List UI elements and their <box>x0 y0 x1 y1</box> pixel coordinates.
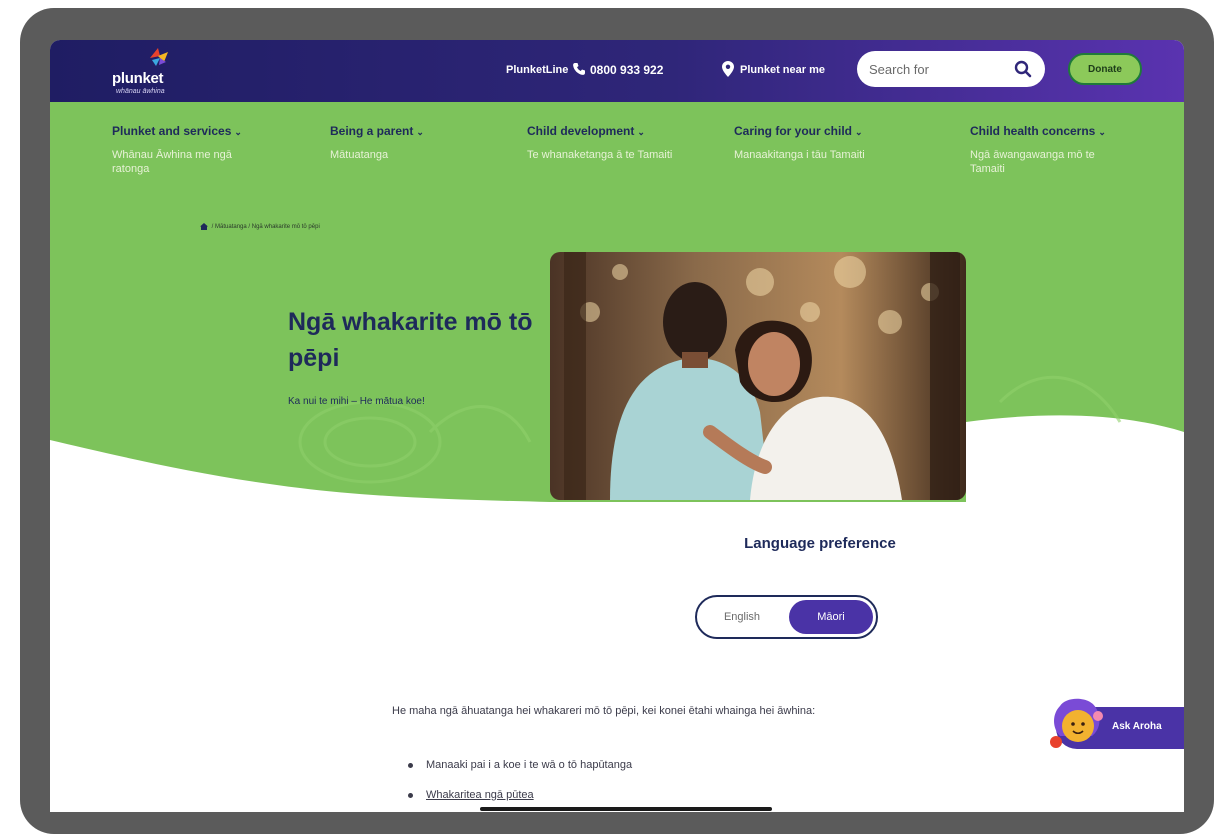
logo-text: plunket <box>112 70 164 87</box>
language-option-maori[interactable]: Māori <box>789 600 873 634</box>
plunket-logo[interactable]: plunket whānau āwhina <box>112 48 202 96</box>
tablet-frame: plunket whānau āwhina PlunketLine 0800 9… <box>20 8 1214 834</box>
list-item-link[interactable]: Whakaritea ngā pūtea <box>426 789 534 801</box>
language-option-english[interactable]: English <box>703 600 781 634</box>
language-toggle: English Māori <box>695 595 878 639</box>
home-indicator <box>480 807 772 811</box>
nav-item-subtitle: Te whanaketanga ā te Tamaiti <box>527 149 673 161</box>
chevron-down-icon: ⌄ <box>416 127 424 137</box>
chevron-down-icon: ⌄ <box>234 127 242 137</box>
phone-icon <box>573 63 585 75</box>
nav-item-title: Child development <box>527 124 635 138</box>
aroha-avatar-icon[interactable] <box>1046 696 1106 752</box>
home-icon[interactable] <box>200 223 208 230</box>
location-pin-icon <box>722 61 734 77</box>
chevron-down-icon: ⌄ <box>637 127 645 137</box>
nav-item-child-development[interactable]: Child development ⌄ Te whanaketanga ā te … <box>527 124 687 162</box>
breadcrumb-current: Ngā whakarite mō tō pēpi <box>251 224 320 231</box>
main-navigation: Plunket and services ⌄ Whānau Āwhina me n… <box>50 102 1184 192</box>
hero-photo <box>550 252 966 500</box>
logo-mark-icon <box>150 48 168 66</box>
breadcrumb: / Mātuatanga / Ngā whakarite mō tō pēpi <box>200 223 320 230</box>
logo-subtext: whānau āwhina <box>116 88 165 95</box>
language-preference-heading: Language preference <box>744 535 896 552</box>
nav-item-title: Child health concerns <box>970 124 1096 138</box>
page-title: Ngā whakarite mō tō pēpi <box>288 308 533 372</box>
nav-item-title: Being a parent <box>330 124 414 138</box>
phone-number-link[interactable]: 0800 933 922 <box>590 63 663 77</box>
intro-paragraph: He maha ngā āhuatanga hei whakareri mō t… <box>392 705 816 717</box>
nav-item-subtitle: Ngā āwangawanga mō te Tamaiti <box>970 149 1095 175</box>
top-bar: plunket whānau āwhina PlunketLine 0800 9… <box>50 40 1184 102</box>
search-icon[interactable] <box>1014 60 1032 78</box>
search-input[interactable] <box>869 58 999 80</box>
donate-button[interactable]: Donate <box>1068 53 1142 85</box>
nav-item-child-health-concerns[interactable]: Child health concerns ⌄ Ngā āwangawanga m… <box>970 124 1130 176</box>
chevron-down-icon: ⌄ <box>1098 127 1106 137</box>
nav-item-caring-for-your-child[interactable]: Caring for your child ⌄ Manaakitanga i tā… <box>734 124 894 162</box>
list-item: Manaaki pai i a koe i te wā o tō hapūtan… <box>408 755 632 785</box>
preparation-list: Manaaki pai i a koe i te wā o tō hapūtan… <box>408 755 632 812</box>
nav-item-subtitle: Mātuatanga <box>330 149 389 161</box>
nav-item-subtitle: Manaakitanga i tāu Tamaiti <box>734 149 865 161</box>
nav-item-plunket-and-services[interactable]: Plunket and services ⌄ Whānau Āwhina me n… <box>112 124 272 176</box>
nav-item-title: Caring for your child <box>734 124 853 138</box>
nav-item-subtitle: Whānau Āwhina me ngā ratonga <box>112 149 232 175</box>
nav-item-being-a-parent[interactable]: Being a parent ⌄ Mātuatanga <box>330 124 490 162</box>
search-box <box>857 51 1045 87</box>
plunketline-link[interactable]: PlunketLine <box>506 64 568 76</box>
nav-item-title: Plunket and services <box>112 124 232 138</box>
page-subtitle: Ka nui te mihi – He mātua koe! <box>288 396 425 407</box>
browser-viewport: plunket whānau āwhina PlunketLine 0800 9… <box>50 40 1184 812</box>
chevron-down-icon: ⌄ <box>855 127 863 137</box>
ask-aroha-label: Ask Aroha <box>1112 721 1162 732</box>
plunket-near-me-link[interactable]: Plunket near me <box>740 64 825 76</box>
breadcrumb-parent-link[interactable]: Mātuatanga <box>215 224 247 230</box>
